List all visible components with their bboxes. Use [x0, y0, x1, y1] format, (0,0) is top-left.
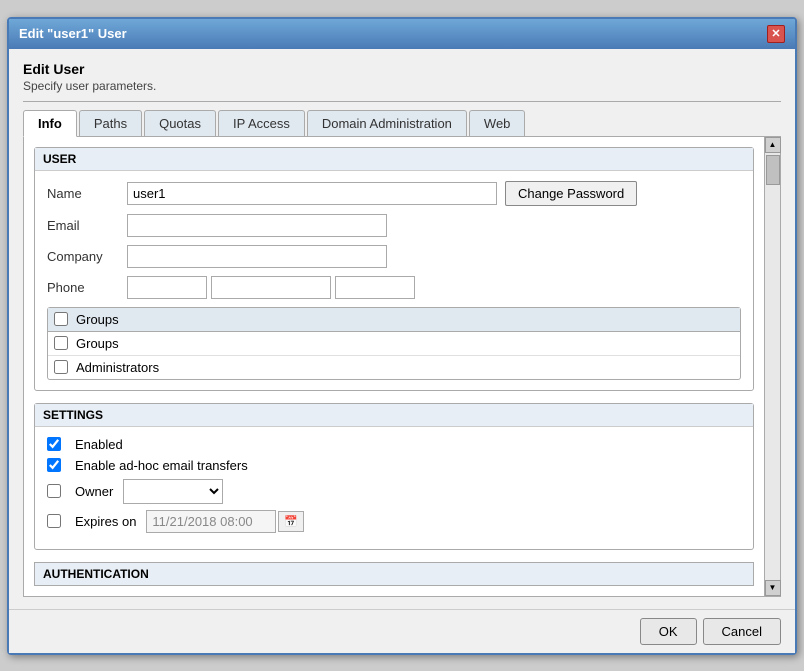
adhoc-checkbox[interactable] — [47, 458, 61, 472]
ok-button[interactable]: OK — [640, 618, 697, 645]
owner-checkbox[interactable] — [47, 484, 61, 498]
expires-label: Expires on — [75, 514, 136, 529]
tab-info[interactable]: Info — [23, 110, 77, 137]
dialog-body: Edit User Specify user parameters. Info … — [9, 49, 795, 609]
owner-row: Owner — [47, 479, 741, 504]
company-input[interactable] — [127, 245, 387, 268]
user-section: USER Name Change Password Email — [34, 147, 754, 391]
owner-dropdown[interactable] — [123, 479, 223, 504]
scroll-content: USER Name Change Password Email — [24, 137, 764, 596]
tab-ip-access[interactable]: IP Access — [218, 110, 305, 136]
date-input-container: 📅 — [146, 510, 304, 533]
enabled-label: Enabled — [75, 437, 123, 452]
tab-web[interactable]: Web — [469, 110, 526, 136]
phone-ext-input[interactable] — [335, 276, 415, 299]
expires-row: Expires on 📅 — [47, 510, 741, 533]
dialog-titlebar: Edit "user1" User ✕ — [9, 19, 795, 49]
group-label-groups: Groups — [76, 336, 119, 351]
expires-checkbox[interactable] — [47, 514, 61, 528]
groups-table-header: Groups — [48, 308, 740, 332]
group-label-administrators: Administrators — [76, 360, 159, 375]
user-section-header: USER — [35, 148, 753, 171]
email-label: Email — [47, 218, 127, 233]
phone-area-input[interactable] — [127, 276, 207, 299]
tab-paths[interactable]: Paths — [79, 110, 142, 136]
scrollbar-thumb[interactable] — [766, 155, 780, 185]
scrollbar-up-button[interactable]: ▲ — [765, 137, 781, 153]
enabled-checkbox[interactable] — [47, 437, 61, 451]
change-password-button[interactable]: Change Password — [505, 181, 637, 206]
owner-label: Owner — [75, 484, 113, 499]
cancel-button[interactable]: Cancel — [703, 618, 781, 645]
company-label: Company — [47, 249, 127, 264]
divider — [23, 101, 781, 102]
company-row: Company — [47, 245, 741, 268]
content-area: USER Name Change Password Email — [23, 137, 781, 597]
group-checkbox-groups[interactable] — [54, 336, 68, 350]
groups-container: Groups Groups Administrators — [47, 307, 741, 380]
close-button[interactable]: ✕ — [767, 25, 785, 43]
group-checkbox-administrators[interactable] — [54, 360, 68, 374]
adhoc-label: Enable ad-hoc email transfers — [75, 458, 248, 473]
name-row: Name Change Password — [47, 181, 741, 206]
edit-user-dialog: Edit "user1" User ✕ Edit User Specify us… — [7, 17, 797, 655]
user-section-body: Name Change Password Email Company — [35, 171, 753, 390]
enabled-row: Enabled — [47, 437, 741, 452]
group-row-administrators: Administrators — [48, 356, 740, 379]
edit-user-subheading: Specify user parameters. — [23, 79, 781, 93]
scrollbar-track: ▲ ▼ — [764, 137, 780, 596]
tab-quotas[interactable]: Quotas — [144, 110, 216, 136]
phone-row: Phone — [47, 276, 741, 299]
phone-label: Phone — [47, 280, 127, 295]
edit-user-heading: Edit User — [23, 61, 781, 77]
phone-inputs — [127, 276, 419, 299]
settings-section-header: SETTINGS — [35, 404, 753, 427]
authentication-section-header: AUTHENTICATION — [34, 562, 754, 586]
expires-date-input[interactable] — [146, 510, 276, 533]
groups-header-label: Groups — [76, 312, 119, 327]
scrollbar-down-button[interactable]: ▼ — [765, 580, 781, 596]
groups-header-checkbox[interactable] — [54, 312, 68, 326]
settings-section-body: Enabled Enable ad-hoc email transfers Ow… — [35, 427, 753, 549]
group-row-groups: Groups — [48, 332, 740, 356]
tab-domain-admin[interactable]: Domain Administration — [307, 110, 467, 136]
calendar-button[interactable]: 📅 — [278, 511, 304, 532]
name-label: Name — [47, 186, 127, 201]
tabs-container: Info Paths Quotas IP Access Domain Admin… — [23, 110, 781, 137]
dialog-title: Edit "user1" User — [19, 26, 127, 41]
name-input[interactable] — [127, 182, 497, 205]
email-row: Email — [47, 214, 741, 237]
email-input[interactable] — [127, 214, 387, 237]
dialog-footer: OK Cancel — [9, 609, 795, 653]
phone-number-input[interactable] — [211, 276, 331, 299]
settings-section: SETTINGS Enabled Enable ad-hoc email tra… — [34, 403, 754, 550]
adhoc-row: Enable ad-hoc email transfers — [47, 458, 741, 473]
